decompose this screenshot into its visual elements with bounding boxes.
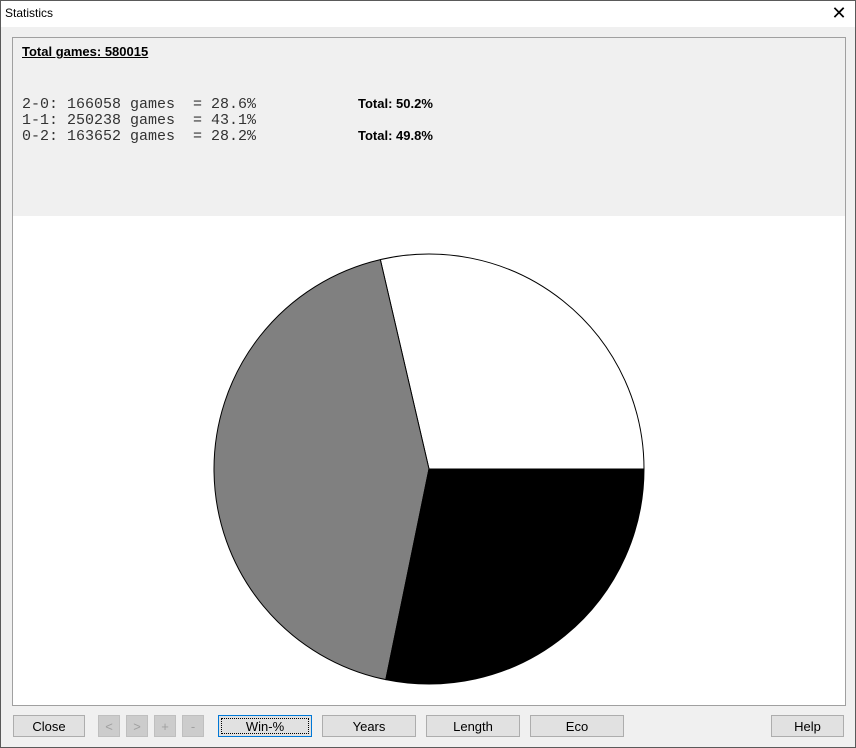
next-button[interactable]: > [126, 715, 148, 737]
window-title: Statistics [5, 6, 54, 20]
result-line-draws: 1-1: 250238 games = 43.1% [22, 112, 257, 129]
prev-button[interactable]: < [98, 715, 120, 737]
zoom-in-button[interactable]: + [154, 715, 176, 737]
total-black: Total: 49.8% [358, 128, 433, 143]
result-line-white-wins: 2-0: 166058 games = 28.6% [22, 96, 257, 113]
close-icon[interactable]: ✕ [829, 3, 849, 23]
years-button[interactable]: Years [322, 715, 416, 737]
title-bar: Statistics ✕ [1, 1, 855, 27]
result-line-black-wins: 0-2: 163652 games = 28.2% [22, 128, 257, 145]
statistics-panel: Total games: 580015 2-0: 166058 games = … [12, 37, 846, 706]
length-button[interactable]: Length [426, 715, 520, 737]
pie-chart [213, 253, 645, 685]
total-games: Total games: 580015 [22, 44, 149, 59]
eco-button[interactable]: Eco [530, 715, 624, 737]
pie-slice-0-2 [385, 468, 645, 685]
close-button[interactable]: Close [13, 715, 85, 737]
zoom-out-button[interactable]: - [182, 715, 204, 737]
win-percent-button[interactable]: Win-% [218, 715, 312, 737]
total-white: Total: 50.2% [358, 96, 433, 111]
summary-area: Total games: 580015 2-0: 166058 games = … [13, 38, 845, 216]
help-button[interactable]: Help [771, 715, 844, 737]
statistics-window: Statistics ✕ Total games: 580015 2-0: 16… [0, 0, 856, 748]
